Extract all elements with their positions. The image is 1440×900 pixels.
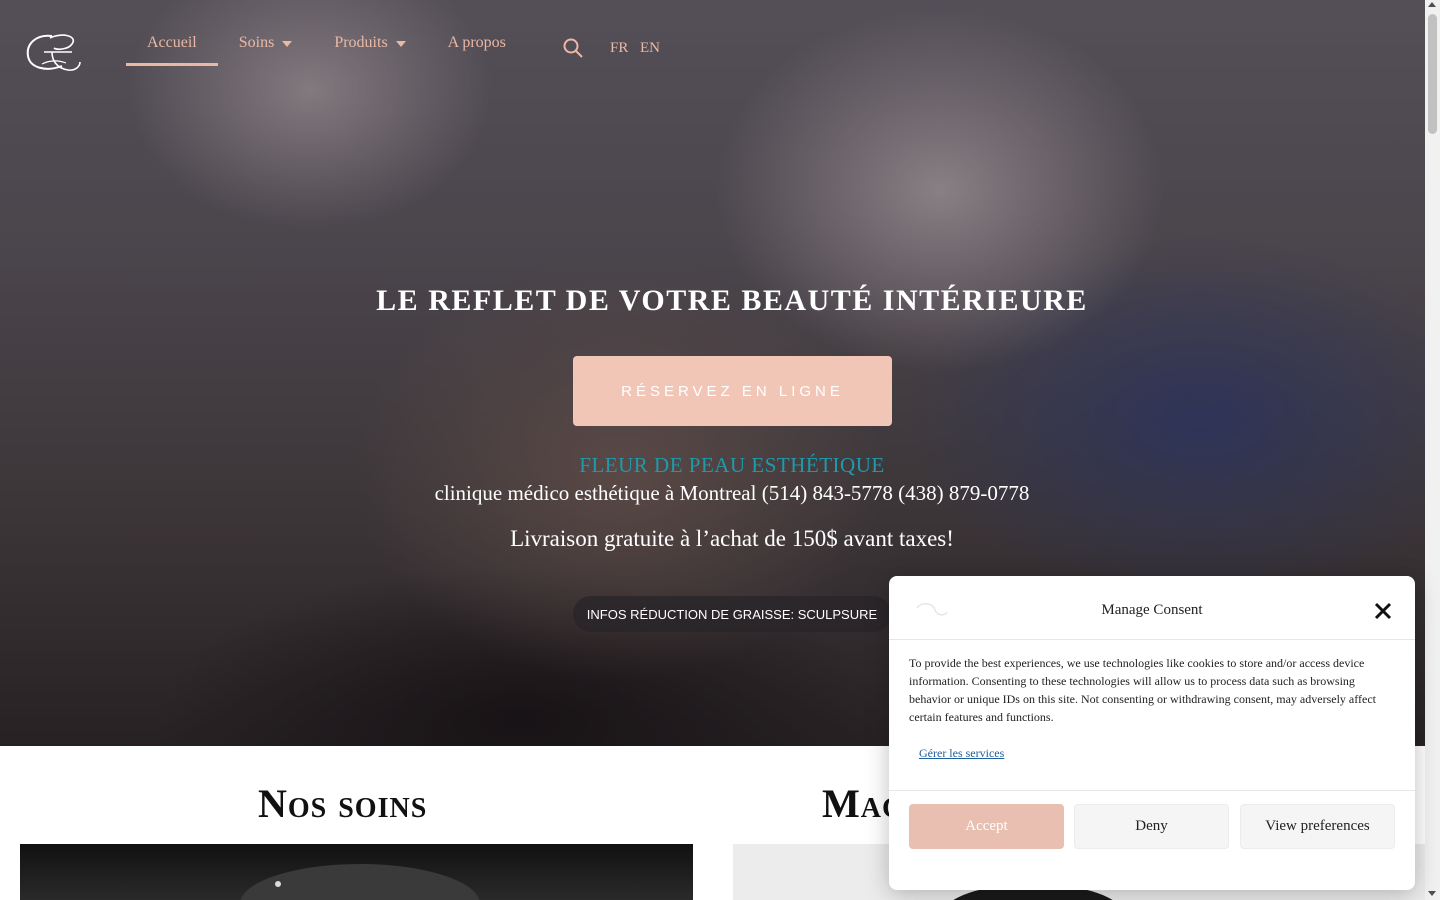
lang-fr-link[interactable]: FR	[610, 40, 628, 57]
shipping-notice: Livraison gratuite à l’achat de 150$ ava…	[510, 526, 954, 551]
deny-button[interactable]: Deny	[1074, 804, 1229, 849]
logo-icon[interactable]	[22, 30, 84, 74]
nav-item-label: Accueil	[147, 34, 197, 51]
consent-title: Manage Consent	[1101, 602, 1203, 618]
main-nav: Accueil Soins Produits A propos	[126, 22, 527, 66]
hero-title: LE REFLET DE VOTRE BEAUTÉ INTÉRIEURE	[376, 284, 1088, 317]
scrollbar[interactable]	[1425, 0, 1440, 900]
sculpsure-info-button[interactable]: INFOS RÉDUCTION DE GRAISSE: SCULPSURE	[573, 596, 891, 632]
soins-card-image[interactable]	[20, 844, 693, 900]
consent-header: Manage Consent	[889, 576, 1415, 640]
portrait-image	[240, 864, 480, 900]
brand-name: FLEUR DE PEAU ESTHÉTIQUE	[579, 453, 885, 477]
consent-description: To provide the best experiences, we use …	[909, 656, 1376, 724]
close-icon[interactable]	[1374, 602, 1392, 620]
search-icon[interactable]	[562, 37, 584, 59]
nav-item-a-propos[interactable]: A propos	[427, 22, 527, 66]
accept-button[interactable]: Accept	[909, 804, 1064, 849]
nav-item-accueil[interactable]: Accueil	[126, 22, 218, 66]
caret-down-icon	[282, 41, 293, 47]
section-title-soins: Nos soins	[258, 781, 428, 826]
book-online-button[interactable]: RÉSERVEZ EN LIGNE	[573, 356, 892, 426]
nav-item-label: Produits	[334, 34, 388, 51]
nav-item-label: Soins	[238, 34, 275, 51]
manage-services-link[interactable]: Gérer les services	[919, 746, 1004, 761]
clinic-info: clinique médico esthétique à Montreal (5…	[434, 481, 1030, 505]
divider	[889, 790, 1415, 791]
nav-item-produits[interactable]: Produits	[313, 22, 426, 66]
nav-item-soins[interactable]: Soins	[218, 22, 314, 66]
scroll-up-icon[interactable]	[1428, 2, 1436, 7]
view-preferences-button[interactable]: View preferences	[1240, 804, 1395, 849]
nav-item-label: A propos	[447, 34, 506, 51]
scrollbar-thumb[interactable]	[1428, 14, 1437, 134]
caret-down-icon	[395, 41, 406, 47]
lang-en-link[interactable]: EN	[640, 40, 660, 57]
consent-dialog: Manage Consent To provide the best exper…	[889, 576, 1415, 890]
scroll-down-icon[interactable]	[1428, 891, 1436, 896]
